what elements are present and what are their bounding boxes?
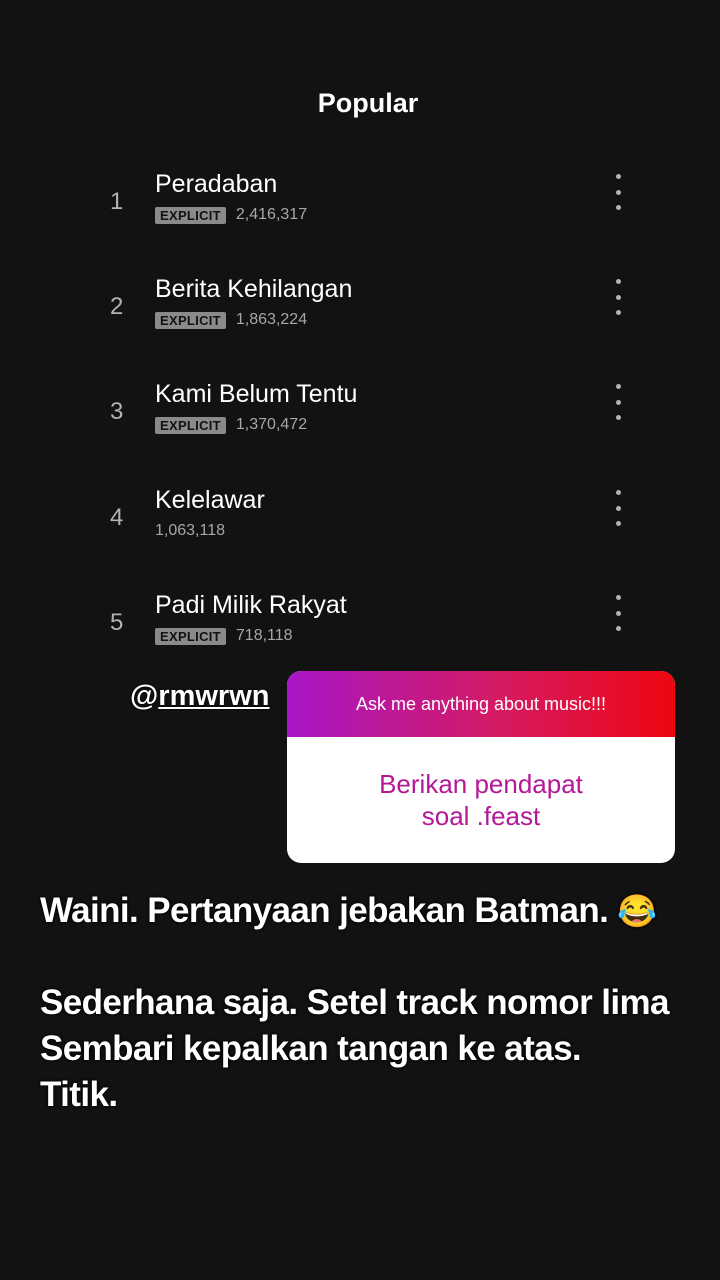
question-answer: Berikan pendapat soal .feast: [287, 737, 675, 863]
track-title: Padi Milik Rakyat: [155, 591, 347, 619]
more-options-icon[interactable]: [608, 279, 628, 315]
answer-line-2: soal .feast: [421, 801, 541, 831]
caption-line-3: Sembari kepalkan tangan ke atas.: [40, 1029, 582, 1068]
more-options-icon[interactable]: [608, 174, 628, 210]
mention-sticker[interactable]: @rmwrwn: [130, 680, 269, 713]
play-count: 2,416,317: [235, 206, 308, 223]
more-options-icon[interactable]: [608, 595, 628, 631]
track-meta: EXPLICIT 1,863,224: [155, 311, 307, 329]
track-row[interactable]: 2 Berita Kehilangan EXPLICIT 1,863,224: [0, 275, 720, 355]
track-title: Berita Kehilangan: [155, 275, 353, 303]
track-meta: 1,063,118: [155, 522, 225, 540]
track-number: 2: [110, 293, 124, 320]
track-meta: EXPLICIT 718,118: [155, 627, 293, 645]
track-row[interactable]: 5 Padi Milik Rakyat EXPLICIT 718,118: [0, 591, 720, 671]
more-options-icon[interactable]: [608, 384, 628, 420]
track-number: 4: [110, 504, 124, 531]
explicit-badge: EXPLICIT: [155, 627, 226, 645]
laughing-emoji-icon: 😂: [617, 893, 657, 929]
explicit-badge: EXPLICIT: [155, 311, 226, 329]
explicit-badge: EXPLICIT: [155, 416, 226, 434]
caption-line-2: Sederhana saja. Setel track nomor lima: [40, 983, 669, 1022]
play-count: 718,118: [235, 627, 293, 644]
play-count: 1,370,472: [235, 416, 308, 433]
track-title: Kelelawar: [155, 486, 265, 514]
explicit-badge: EXPLICIT: [155, 206, 226, 224]
question-prompt: Ask me anything about music!!!: [287, 671, 675, 737]
play-count: 1,863,224: [235, 311, 308, 328]
caption-line-1: Waini. Pertanyaan jebakan Batman. 😂: [40, 888, 700, 934]
track-meta: EXPLICIT 2,416,317: [155, 206, 307, 224]
answer-line-1: Berikan pendapat: [379, 769, 583, 799]
mention-at: @: [130, 680, 159, 712]
track-number: 1: [110, 188, 124, 215]
question-sticker[interactable]: Ask me anything about music!!! Berikan p…: [287, 671, 675, 863]
play-count: 1,063,118: [155, 522, 225, 539]
caption-line-4: Titik.: [40, 1075, 118, 1114]
track-title: Kami Belum Tentu: [155, 380, 358, 408]
track-title: Peradaban: [155, 170, 278, 198]
track-number: 5: [110, 609, 124, 636]
track-number: 3: [110, 398, 124, 425]
section-title: Popular: [317, 88, 419, 118]
caption-text-1: Waini. Pertanyaan jebakan Batman.: [40, 891, 609, 930]
more-options-icon[interactable]: [608, 490, 628, 526]
mention-handle: rmwrwn: [158, 680, 270, 712]
track-row[interactable]: 3 Kami Belum Tentu EXPLICIT 1,370,472: [0, 380, 720, 460]
track-row[interactable]: 4 Kelelawar 1,063,118: [0, 486, 720, 566]
track-row[interactable]: 1 Peradaban EXPLICIT 2,416,317: [0, 170, 720, 250]
track-meta: EXPLICIT 1,370,472: [155, 416, 307, 434]
